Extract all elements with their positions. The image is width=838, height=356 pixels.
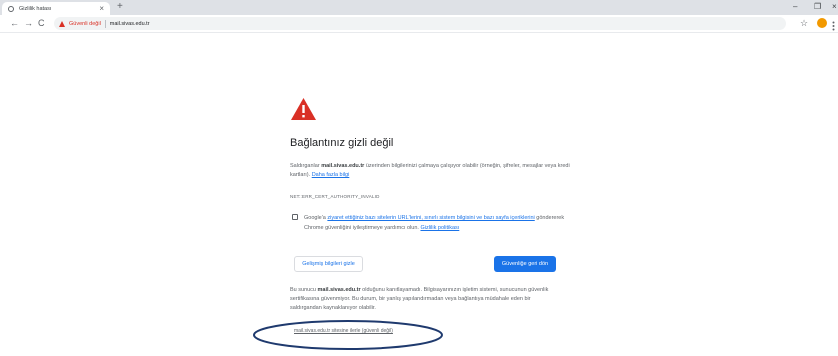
para2-text-before: Bu sunucu	[290, 287, 318, 293]
para1-domain: mail.sivas.edu.tr	[321, 163, 365, 169]
para2-domain: mail.sivas.edu.tr	[317, 287, 361, 293]
new-tab-icon[interactable]: +	[117, 1, 123, 13]
advanced-details: Bu sunucu mail.sivas.edu.tr olduğunu kan…	[290, 286, 556, 313]
page-title: Bağlantınız gizli değil	[290, 137, 394, 149]
minimize-icon[interactable]: –	[793, 1, 797, 13]
tab-title: Gizlilik hatası	[19, 5, 52, 12]
menu-icon[interactable]	[832, 18, 835, 31]
para1-text-before: Saldırganlar	[290, 163, 322, 169]
reload-icon[interactable]: C	[38, 17, 45, 29]
back-to-safety-button[interactable]: Güvenliğe geri dön	[494, 256, 556, 272]
learn-more-link[interactable]: Daha fazla bilgi	[312, 172, 350, 178]
checkbox-text-before: Google'a	[304, 215, 328, 221]
profile-avatar[interactable]	[817, 18, 827, 28]
url-info-link[interactable]: ziyaret ettiğiniz bazı sitelerin URL'ler…	[327, 215, 534, 221]
safe-browsing-label: Google'a ziyaret ettiğiniz bazı siteleri…	[304, 213, 566, 233]
tab-strip: Gizlilik hatası × + – ❐ ×	[0, 0, 838, 15]
browser-toolbar: ← → C Güvenli değil mail.sivas.edu.tr ☆	[0, 15, 838, 33]
highlight-ellipse	[252, 319, 444, 356]
privacy-policy-link[interactable]: Gizlilik politikası	[420, 225, 459, 231]
warning-description: Saldırganlar mail.sivas.edu.tr üzerinden…	[290, 162, 580, 180]
maximize-icon[interactable]: ❐	[814, 1, 821, 13]
security-label[interactable]: Güvenli değil	[69, 21, 101, 27]
tab-close-icon[interactable]: ×	[99, 3, 104, 14]
omnibox-separator	[104, 19, 106, 28]
forward-icon[interactable]: →	[24, 17, 33, 29]
error-code[interactable]: NET::ERR_CERT_AUTHORITY_INVALID	[290, 194, 380, 199]
address-bar[interactable]: Güvenli değil mail.sivas.edu.tr	[54, 17, 786, 30]
safe-browsing-checkbox[interactable]	[292, 214, 298, 220]
globe-icon	[8, 5, 14, 12]
back-icon[interactable]: ←	[10, 17, 19, 29]
tab-privacy-error[interactable]: Gizlilik hatası ×	[2, 2, 110, 15]
window-close-icon[interactable]: ×	[832, 1, 837, 13]
not-secure-icon[interactable]	[59, 20, 65, 27]
hide-advanced-button[interactable]: Gelişmiş bilgileri gizle	[294, 256, 363, 272]
url-text[interactable]: mail.sivas.edu.tr	[110, 21, 150, 27]
star-icon[interactable]: ☆	[800, 17, 808, 29]
warning-icon	[290, 97, 317, 126]
